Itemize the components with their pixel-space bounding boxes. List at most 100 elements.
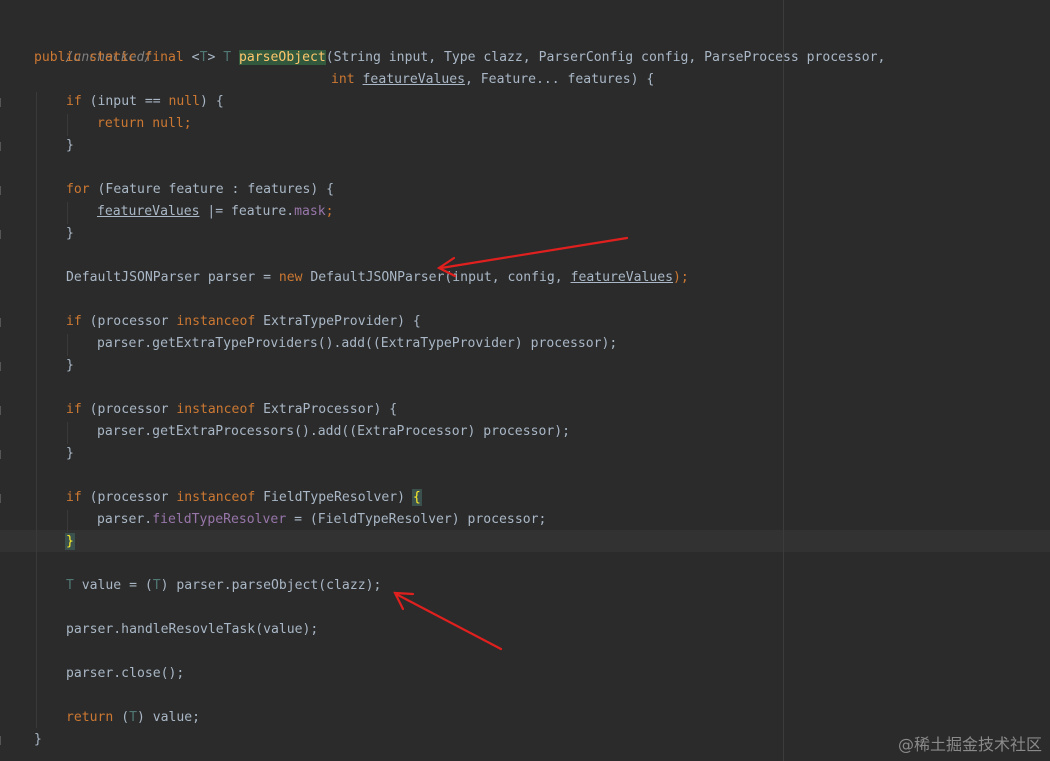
code-line[interactable]: public static final <T> T parseObject(St… — [34, 47, 885, 69]
token: (input == — [89, 94, 169, 109]
token: , Feature... features) { — [465, 72, 655, 87]
keyword: instanceof — [176, 490, 264, 505]
indent-guide — [67, 510, 68, 532]
code-line[interactable]: for (Feature feature : features) { — [66, 179, 334, 201]
token: parser.getExtraProcessors().add((ExtraPr… — [97, 424, 570, 439]
right-margin-guide — [783, 0, 784, 761]
token: (String input, Type clazz, ParserConfig … — [325, 50, 886, 65]
token: ExtraProcessor) { — [263, 402, 398, 417]
keyword: null — [168, 94, 201, 109]
code-line[interactable]: } — [66, 443, 74, 465]
fold-marker[interactable] — [0, 318, 4, 327]
keyword: new — [278, 270, 311, 285]
keyword: for — [66, 182, 98, 197]
code-line[interactable]: } — [66, 135, 74, 157]
keyword: if — [66, 94, 90, 109]
code-editor[interactable]: /unchecked/ public static final <T> T pa… — [0, 0, 1050, 761]
token: ); — [673, 270, 689, 285]
token: } — [66, 446, 74, 461]
indent-guide — [67, 334, 68, 356]
code-line[interactable]: /unchecked/ — [34, 25, 153, 65]
current-line-highlight — [0, 530, 1050, 552]
code-line[interactable]: featureValues |= feature.mask; — [97, 201, 334, 223]
keyword: int — [331, 72, 363, 87]
code-line[interactable]: } — [34, 729, 42, 751]
token: ; — [183, 116, 192, 131]
token: ) { — [200, 94, 224, 109]
token: } — [34, 732, 42, 747]
method-name-highlight: parseObject — [239, 50, 326, 65]
token: DefaultJSONParser parser = — [66, 270, 279, 285]
fold-marker[interactable] — [0, 406, 4, 415]
token: > — [207, 50, 224, 65]
code-line[interactable]: return null; — [97, 113, 192, 135]
matched-brace-highlight: } — [65, 533, 75, 550]
code-line[interactable]: if (processor instanceof ExtraTypeProvid… — [66, 311, 421, 333]
keyword: return — [97, 116, 153, 131]
keyword: instanceof — [176, 314, 264, 329]
indent-guide — [67, 202, 68, 224]
token: (processor — [89, 314, 177, 329]
keyword: return — [66, 710, 122, 725]
code-line[interactable]: if (processor instanceof FieldTypeResolv… — [66, 487, 422, 509]
fold-marker[interactable] — [0, 230, 4, 239]
field-ref: mask — [294, 204, 326, 219]
token: ; — [325, 204, 334, 219]
code-line[interactable]: if (input == null) { — [66, 91, 224, 113]
code-line[interactable]: parser.fieldTypeResolver = (FieldTypeRes… — [97, 509, 546, 531]
fold-marker[interactable] — [0, 362, 4, 371]
type-param: T — [66, 578, 74, 593]
token: (processor — [89, 490, 177, 505]
fold-marker[interactable] — [0, 494, 4, 503]
token: ) value; — [136, 710, 201, 725]
fold-marker[interactable] — [0, 736, 4, 745]
token: ) parser.parseObject(clazz); — [160, 578, 382, 593]
code-line[interactable]: } — [65, 531, 75, 553]
token: } — [66, 358, 74, 373]
token: value = ( — [73, 578, 153, 593]
keyword: public static final — [34, 50, 192, 65]
matched-brace-highlight: { — [411, 489, 422, 506]
indent-guide — [67, 114, 68, 136]
keyword: null — [152, 116, 184, 131]
code-line[interactable]: parser.handleResovleTask(value); — [66, 619, 318, 641]
code-line[interactable]: DefaultJSONParser parser = new DefaultJS… — [66, 267, 689, 289]
arrow-icon — [393, 591, 503, 651]
code-line[interactable]: } — [66, 223, 74, 245]
fold-marker[interactable] — [0, 186, 4, 195]
keyword: if — [66, 490, 90, 505]
token: } — [66, 226, 74, 241]
fold-marker[interactable] — [0, 142, 4, 151]
token: (Feature feature : features) { — [97, 182, 335, 197]
fold-marker[interactable] — [0, 450, 4, 459]
code-line[interactable]: T value = (T) parser.parseObject(clazz); — [66, 575, 381, 597]
code-line[interactable]: parser.close(); — [66, 663, 184, 685]
type-param: T — [129, 710, 137, 725]
code-line[interactable]: } — [66, 355, 74, 377]
token: = (FieldTypeResolver) processor; — [286, 512, 547, 527]
token: (processor — [89, 402, 177, 417]
type-param: T — [223, 50, 232, 65]
code-line[interactable]: if (processor instanceof ExtraProcessor)… — [66, 399, 397, 421]
variable-ref: featureValues — [362, 72, 466, 87]
token: ( — [121, 710, 130, 725]
token: parser.handleResovleTask(value); — [66, 622, 319, 637]
field-ref: fieldTypeResolver — [152, 512, 287, 527]
token: < — [191, 50, 200, 65]
fold-marker[interactable] — [0, 98, 4, 107]
token: DefaultJSONParser(input, config, — [310, 270, 571, 285]
keyword: if — [66, 402, 90, 417]
token: ExtraTypeProvider) { — [263, 314, 421, 329]
token: parser. — [97, 512, 153, 527]
code-line[interactable]: return (T) value; — [66, 707, 200, 729]
code-line[interactable]: int featureValues, Feature... features) … — [331, 69, 654, 91]
indent-guide — [67, 422, 68, 444]
editor-gutter — [0, 0, 8, 761]
token: parser.close(); — [66, 666, 185, 681]
keyword: instanceof — [176, 402, 264, 417]
code-line[interactable]: parser.getExtraProcessors().add((ExtraPr… — [97, 421, 570, 443]
code-line[interactable]: parser.getExtraTypeProviders().add((Extr… — [97, 333, 617, 355]
watermark: @稀土掘金技术社区 — [897, 735, 1042, 754]
token: parser.getExtraTypeProviders().add((Extr… — [97, 336, 618, 351]
